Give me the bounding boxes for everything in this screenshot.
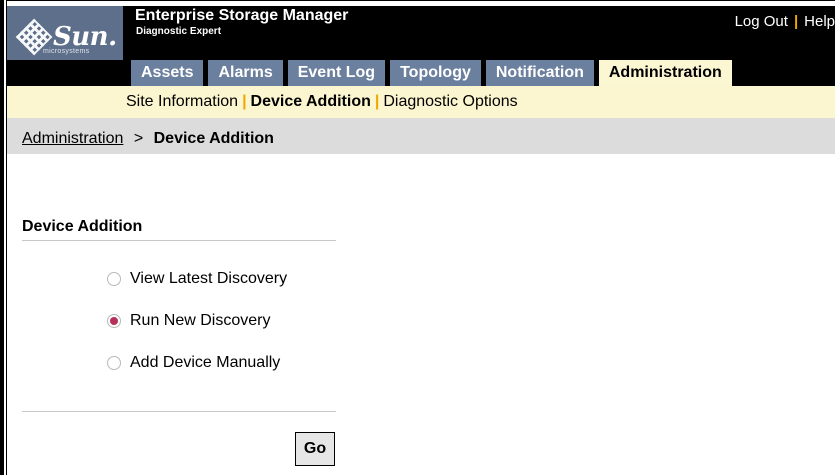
subnav-separator: |	[242, 93, 247, 110]
subnav-site-information[interactable]: Site Information	[126, 93, 238, 111]
logout-link[interactable]: Log Out	[735, 13, 788, 30]
breadcrumb-separator: >	[133, 130, 144, 147]
tab-event-log[interactable]: Event Log	[287, 60, 386, 86]
main-tabs: Assets Alarms Event Log Topology Notific…	[131, 60, 732, 86]
help-link[interactable]: Help	[804, 13, 835, 30]
section-divider-top	[22, 240, 336, 241]
tab-assets[interactable]: Assets	[131, 60, 204, 86]
option-label: Run New Discovery	[130, 312, 271, 329]
sun-logo-subtext: microsystems	[43, 48, 90, 55]
sun-logo[interactable]: Sun. microsystems	[7, 6, 123, 60]
tab-administration[interactable]: Administration	[598, 60, 732, 86]
option-view-latest-discovery[interactable]: View Latest Discovery	[107, 270, 287, 288]
radio-selected-icon[interactable]	[107, 314, 121, 328]
app-subtitle: Diagnostic Expert	[136, 26, 222, 37]
breadcrumb-bar: Administration > Device Addition	[7, 118, 835, 154]
breadcrumb-current: Device Addition	[153, 130, 274, 147]
subnav-separator: |	[374, 93, 380, 110]
breadcrumb-administration-link[interactable]: Administration	[22, 130, 123, 147]
utility-links: Log Out | Help	[735, 10, 835, 32]
go-button[interactable]: Go	[295, 432, 335, 466]
section-divider-bottom	[22, 411, 336, 412]
utility-separator: |	[793, 12, 799, 30]
top-border	[0, 0, 835, 1]
option-label: View Latest Discovery	[130, 270, 288, 287]
breadcrumb: Administration > Device Addition	[22, 130, 274, 148]
section-title: Device Addition	[22, 218, 143, 235]
radio-unselected-icon[interactable]	[107, 272, 121, 286]
subnav-device-addition[interactable]: Device Addition	[251, 93, 371, 111]
radio-dot-icon	[110, 317, 118, 325]
tab-topology[interactable]: Topology	[390, 60, 481, 86]
option-label: Add Device Manually	[130, 354, 281, 371]
tab-notification[interactable]: Notification	[485, 60, 594, 86]
app-frame: Sun. microsystems Enterprise Storage Man…	[0, 0, 835, 475]
left-border-inner	[6, 0, 7, 475]
option-add-device-manually[interactable]: Add Device Manually	[107, 354, 280, 372]
masthead	[7, 6, 835, 60]
option-run-new-discovery[interactable]: Run New Discovery	[107, 312, 270, 330]
radio-unselected-icon[interactable]	[107, 356, 121, 370]
tab-alarms[interactable]: Alarms	[208, 60, 283, 86]
sub-navigation: Site Information | Device Addition | Dia…	[7, 86, 835, 118]
app-title: Enterprise Storage Manager	[135, 7, 349, 24]
subnav-diagnostic-options[interactable]: Diagnostic Options	[383, 93, 517, 111]
